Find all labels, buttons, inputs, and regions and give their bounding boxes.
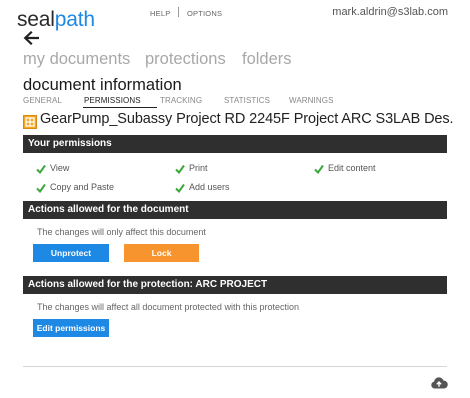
permission-label: Copy and Paste <box>50 182 115 192</box>
permission-label: View <box>50 163 70 173</box>
your-permissions-header: Your permissions <box>23 135 447 153</box>
document-actions-header: Actions allowed for the document <box>23 201 447 219</box>
lock-button[interactable]: Lock <box>124 244 199 262</box>
check-icon <box>36 183 46 193</box>
document-actions-note: The changes will only affect this docume… <box>37 227 206 237</box>
check-icon <box>175 164 185 174</box>
options-link[interactable]: OPTIONS <box>187 9 222 18</box>
permission-label: Edit content <box>328 163 376 173</box>
tab-tracking[interactable]: TRACKING <box>160 96 202 105</box>
tab-warnings[interactable]: WARNINGS <box>289 96 334 105</box>
check-icon <box>36 164 46 174</box>
permission-print: Print <box>175 163 208 174</box>
nav-my-documents[interactable]: my documents <box>23 50 130 69</box>
user-email[interactable]: mark.aldrin@s3lab.com <box>332 6 448 18</box>
edit-permissions-button[interactable]: Edit permissions <box>33 319 109 337</box>
check-icon <box>314 164 324 174</box>
protection-actions-note: The changes will affect all document pro… <box>37 302 299 312</box>
arrow-left-icon[interactable] <box>23 31 39 45</box>
footer-divider <box>23 366 447 367</box>
permission-label: Add users <box>189 182 230 192</box>
page-title: document information <box>23 76 182 94</box>
active-tab-underline <box>83 107 157 108</box>
tab-general[interactable]: GENERAL <box>23 96 62 105</box>
logo-text-seal: seal <box>17 8 55 31</box>
unprotect-button[interactable]: Unprotect <box>33 244 109 262</box>
document-name: GearPump_Subassy Project RD 2245F Projec… <box>40 111 454 127</box>
check-icon <box>175 183 185 193</box>
nav-protections[interactable]: protections <box>145 50 226 69</box>
nav-folders[interactable]: folders <box>242 50 292 69</box>
logo-text-path: path <box>54 8 95 31</box>
protection-actions-header: Actions allowed for the protection: ARC … <box>23 276 447 294</box>
protected-file-icon <box>23 115 37 129</box>
top-links-separator <box>178 7 179 17</box>
tab-permissions[interactable]: PERMISSIONS <box>84 96 141 105</box>
permission-add-users: Add users <box>175 182 230 193</box>
cloud-upload-icon[interactable] <box>430 376 448 390</box>
permission-label: Print <box>189 163 208 173</box>
help-link[interactable]: HELP <box>150 9 170 18</box>
permission-copy-paste: Copy and Paste <box>36 182 115 193</box>
permission-edit-content: Edit content <box>314 163 376 174</box>
permission-view: View <box>36 163 70 174</box>
tab-statistics[interactable]: STATISTICS <box>224 96 270 105</box>
sealpath-logo: sealpath <box>17 8 95 32</box>
